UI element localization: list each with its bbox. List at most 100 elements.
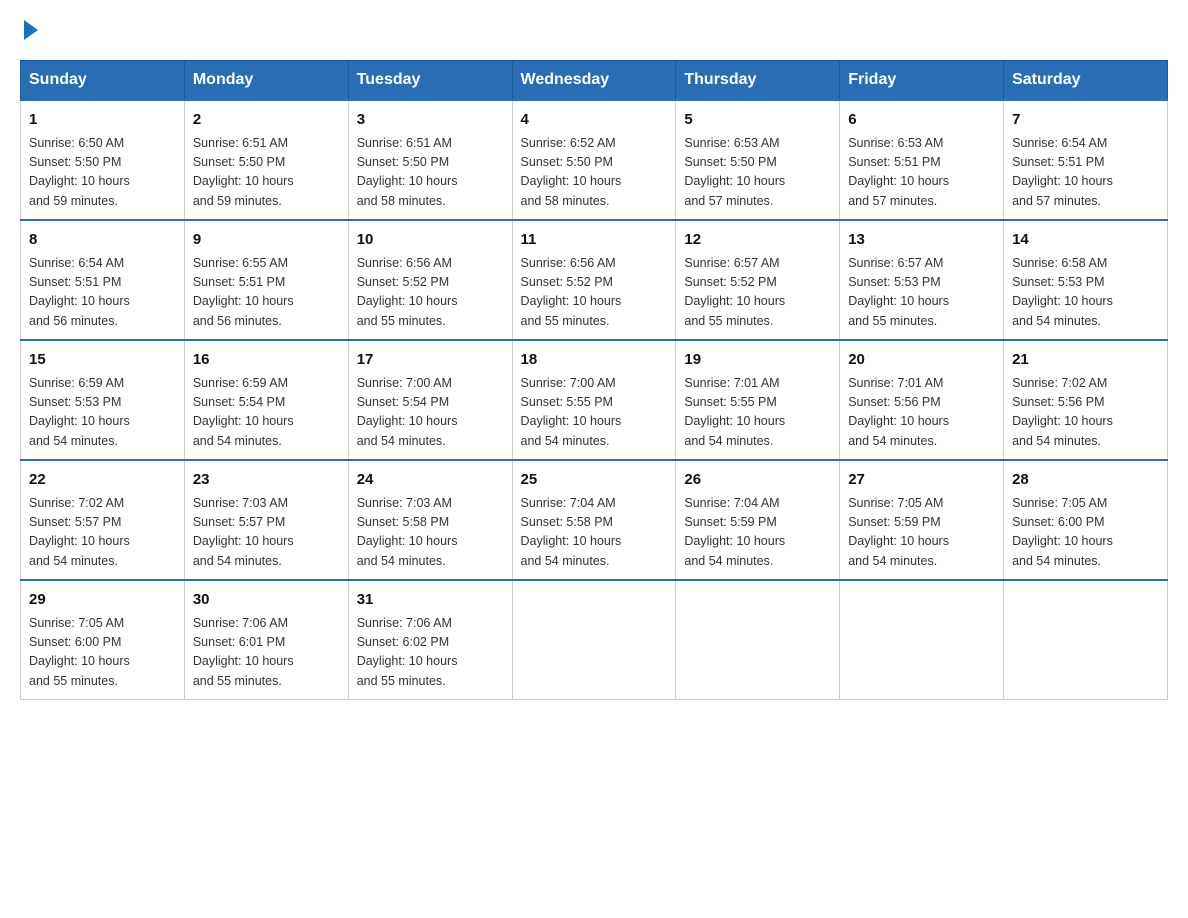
day-number: 20 (848, 349, 995, 372)
day-number: 24 (357, 469, 504, 492)
day-info: Sunrise: 7:04 AMSunset: 5:59 PMDaylight:… (684, 494, 831, 572)
calendar-cell (676, 580, 840, 700)
day-info: Sunrise: 7:00 AMSunset: 5:55 PMDaylight:… (521, 374, 668, 452)
calendar-cell (840, 580, 1004, 700)
calendar-cell: 28 Sunrise: 7:05 AMSunset: 6:00 PMDaylig… (1004, 460, 1168, 580)
day-info: Sunrise: 6:57 AMSunset: 5:53 PMDaylight:… (848, 254, 995, 332)
day-number: 17 (357, 349, 504, 372)
calendar-cell: 4 Sunrise: 6:52 AMSunset: 5:50 PMDayligh… (512, 100, 676, 220)
logo (20, 20, 38, 40)
day-number: 23 (193, 469, 340, 492)
column-header-saturday: Saturday (1004, 61, 1168, 101)
day-number: 18 (521, 349, 668, 372)
calendar-cell: 18 Sunrise: 7:00 AMSunset: 5:55 PMDaylig… (512, 340, 676, 460)
day-info: Sunrise: 7:01 AMSunset: 5:56 PMDaylight:… (848, 374, 995, 452)
day-info: Sunrise: 7:00 AMSunset: 5:54 PMDaylight:… (357, 374, 504, 452)
calendar-cell: 15 Sunrise: 6:59 AMSunset: 5:53 PMDaylig… (21, 340, 185, 460)
calendar-header-row: SundayMondayTuesdayWednesdayThursdayFrid… (21, 61, 1168, 101)
day-number: 31 (357, 589, 504, 612)
calendar-cell: 29 Sunrise: 7:05 AMSunset: 6:00 PMDaylig… (21, 580, 185, 700)
day-info: Sunrise: 6:56 AMSunset: 5:52 PMDaylight:… (357, 254, 504, 332)
day-number: 10 (357, 229, 504, 252)
week-row-2: 8 Sunrise: 6:54 AMSunset: 5:51 PMDayligh… (21, 220, 1168, 340)
calendar-cell: 31 Sunrise: 7:06 AMSunset: 6:02 PMDaylig… (348, 580, 512, 700)
day-number: 28 (1012, 469, 1159, 492)
day-number: 14 (1012, 229, 1159, 252)
day-number: 6 (848, 109, 995, 132)
day-info: Sunrise: 6:51 AMSunset: 5:50 PMDaylight:… (193, 134, 340, 212)
column-header-sunday: Sunday (21, 61, 185, 101)
calendar-cell: 24 Sunrise: 7:03 AMSunset: 5:58 PMDaylig… (348, 460, 512, 580)
day-info: Sunrise: 6:56 AMSunset: 5:52 PMDaylight:… (521, 254, 668, 332)
day-number: 22 (29, 469, 176, 492)
calendar-cell: 13 Sunrise: 6:57 AMSunset: 5:53 PMDaylig… (840, 220, 1004, 340)
day-number: 5 (684, 109, 831, 132)
day-info: Sunrise: 7:03 AMSunset: 5:58 PMDaylight:… (357, 494, 504, 572)
day-info: Sunrise: 6:55 AMSunset: 5:51 PMDaylight:… (193, 254, 340, 332)
day-info: Sunrise: 7:03 AMSunset: 5:57 PMDaylight:… (193, 494, 340, 572)
day-number: 26 (684, 469, 831, 492)
week-row-5: 29 Sunrise: 7:05 AMSunset: 6:00 PMDaylig… (21, 580, 1168, 700)
page-header (20, 20, 1168, 40)
day-number: 12 (684, 229, 831, 252)
calendar-cell: 11 Sunrise: 6:56 AMSunset: 5:52 PMDaylig… (512, 220, 676, 340)
calendar-cell: 21 Sunrise: 7:02 AMSunset: 5:56 PMDaylig… (1004, 340, 1168, 460)
calendar-cell: 5 Sunrise: 6:53 AMSunset: 5:50 PMDayligh… (676, 100, 840, 220)
day-info: Sunrise: 6:52 AMSunset: 5:50 PMDaylight:… (521, 134, 668, 212)
day-number: 13 (848, 229, 995, 252)
calendar-cell: 17 Sunrise: 7:00 AMSunset: 5:54 PMDaylig… (348, 340, 512, 460)
day-info: Sunrise: 7:05 AMSunset: 5:59 PMDaylight:… (848, 494, 995, 572)
day-info: Sunrise: 6:59 AMSunset: 5:53 PMDaylight:… (29, 374, 176, 452)
day-number: 30 (193, 589, 340, 612)
calendar-cell: 14 Sunrise: 6:58 AMSunset: 5:53 PMDaylig… (1004, 220, 1168, 340)
column-header-monday: Monday (184, 61, 348, 101)
day-number: 4 (521, 109, 668, 132)
day-number: 2 (193, 109, 340, 132)
calendar-cell (512, 580, 676, 700)
calendar-cell: 7 Sunrise: 6:54 AMSunset: 5:51 PMDayligh… (1004, 100, 1168, 220)
day-number: 8 (29, 229, 176, 252)
column-header-thursday: Thursday (676, 61, 840, 101)
day-info: Sunrise: 7:04 AMSunset: 5:58 PMDaylight:… (521, 494, 668, 572)
day-info: Sunrise: 6:57 AMSunset: 5:52 PMDaylight:… (684, 254, 831, 332)
calendar-cell: 22 Sunrise: 7:02 AMSunset: 5:57 PMDaylig… (21, 460, 185, 580)
day-info: Sunrise: 6:53 AMSunset: 5:50 PMDaylight:… (684, 134, 831, 212)
day-number: 21 (1012, 349, 1159, 372)
column-header-tuesday: Tuesday (348, 61, 512, 101)
calendar-cell: 30 Sunrise: 7:06 AMSunset: 6:01 PMDaylig… (184, 580, 348, 700)
logo-arrow-icon (24, 20, 38, 40)
day-info: Sunrise: 7:01 AMSunset: 5:55 PMDaylight:… (684, 374, 831, 452)
calendar-cell: 2 Sunrise: 6:51 AMSunset: 5:50 PMDayligh… (184, 100, 348, 220)
calendar-cell: 1 Sunrise: 6:50 AMSunset: 5:50 PMDayligh… (21, 100, 185, 220)
day-info: Sunrise: 6:59 AMSunset: 5:54 PMDaylight:… (193, 374, 340, 452)
day-info: Sunrise: 6:53 AMSunset: 5:51 PMDaylight:… (848, 134, 995, 212)
calendar-cell: 26 Sunrise: 7:04 AMSunset: 5:59 PMDaylig… (676, 460, 840, 580)
calendar-cell: 10 Sunrise: 6:56 AMSunset: 5:52 PMDaylig… (348, 220, 512, 340)
calendar-cell: 9 Sunrise: 6:55 AMSunset: 5:51 PMDayligh… (184, 220, 348, 340)
week-row-1: 1 Sunrise: 6:50 AMSunset: 5:50 PMDayligh… (21, 100, 1168, 220)
day-number: 11 (521, 229, 668, 252)
calendar-cell: 3 Sunrise: 6:51 AMSunset: 5:50 PMDayligh… (348, 100, 512, 220)
day-info: Sunrise: 7:05 AMSunset: 6:00 PMDaylight:… (29, 614, 176, 692)
calendar-cell: 25 Sunrise: 7:04 AMSunset: 5:58 PMDaylig… (512, 460, 676, 580)
day-info: Sunrise: 6:58 AMSunset: 5:53 PMDaylight:… (1012, 254, 1159, 332)
day-info: Sunrise: 7:06 AMSunset: 6:02 PMDaylight:… (357, 614, 504, 692)
day-number: 16 (193, 349, 340, 372)
calendar-table: SundayMondayTuesdayWednesdayThursdayFrid… (20, 60, 1168, 700)
day-number: 7 (1012, 109, 1159, 132)
day-info: Sunrise: 7:02 AMSunset: 5:57 PMDaylight:… (29, 494, 176, 572)
calendar-cell: 12 Sunrise: 6:57 AMSunset: 5:52 PMDaylig… (676, 220, 840, 340)
calendar-cell: 16 Sunrise: 6:59 AMSunset: 5:54 PMDaylig… (184, 340, 348, 460)
day-number: 3 (357, 109, 504, 132)
day-number: 15 (29, 349, 176, 372)
day-info: Sunrise: 6:51 AMSunset: 5:50 PMDaylight:… (357, 134, 504, 212)
day-number: 9 (193, 229, 340, 252)
day-number: 29 (29, 589, 176, 612)
calendar-cell: 19 Sunrise: 7:01 AMSunset: 5:55 PMDaylig… (676, 340, 840, 460)
calendar-cell (1004, 580, 1168, 700)
day-number: 19 (684, 349, 831, 372)
day-info: Sunrise: 7:05 AMSunset: 6:00 PMDaylight:… (1012, 494, 1159, 572)
day-number: 25 (521, 469, 668, 492)
column-header-friday: Friday (840, 61, 1004, 101)
day-number: 1 (29, 109, 176, 132)
